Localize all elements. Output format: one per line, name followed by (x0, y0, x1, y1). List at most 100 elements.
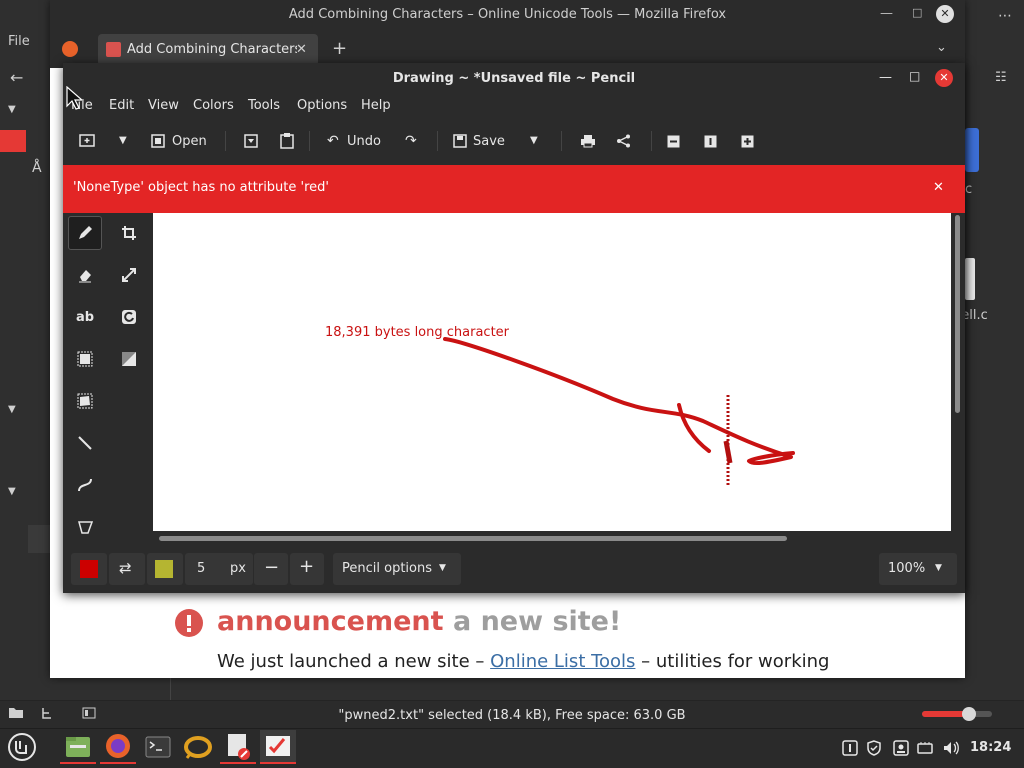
shape-tool[interactable] (68, 510, 102, 544)
vertical-scroll-thumb[interactable] (955, 215, 960, 413)
network-icon[interactable] (917, 740, 933, 756)
chevron-down-icon[interactable]: ▼ (8, 104, 16, 115)
drawing-canvas[interactable]: 18,391 bytes long character (153, 213, 951, 531)
plus-icon: + (299, 556, 315, 577)
menu-icon[interactable] (4, 730, 40, 764)
fm-file-menu[interactable]: File (8, 34, 30, 49)
file-manager-icon[interactable] (60, 730, 96, 764)
menu-tools[interactable]: Tools (248, 98, 280, 113)
undo-icon[interactable]: ↶ (327, 133, 339, 149)
text-editor-icon[interactable] (220, 730, 256, 764)
minus-icon: − (264, 557, 280, 578)
close-button[interactable]: ✕ (935, 69, 953, 87)
zoom-label: 100% (888, 561, 926, 576)
new-image-icon[interactable] (79, 134, 95, 148)
main-color-swatch (80, 560, 98, 578)
maximize-button[interactable]: □ (912, 6, 922, 19)
menu-edit[interactable]: Edit (109, 98, 134, 113)
save-icon[interactable] (453, 134, 467, 148)
undo-button[interactable]: Undo (347, 134, 381, 149)
tree-icon[interactable] (40, 706, 54, 720)
minimize-button[interactable]: — (880, 6, 893, 21)
pencil-app-icon[interactable] (260, 730, 296, 764)
maximize-button[interactable]: □ (909, 69, 920, 83)
zoom-original-icon[interactable] (704, 135, 717, 148)
announcement-bold: announcement (217, 606, 444, 637)
back-arrow-icon[interactable]: ← (10, 68, 23, 87)
rect-select-tool[interactable] (68, 342, 102, 376)
fm-status-bar: "pwned2.txt" selected (18.4 kB), Free sp… (0, 700, 1024, 728)
fm-file-label: c (965, 182, 973, 197)
curve-tool[interactable] (68, 468, 102, 502)
announcement-heading: announcement a new site! (217, 606, 621, 637)
hexchat-icon[interactable] (180, 730, 216, 764)
shield-icon[interactable] (866, 740, 882, 756)
zoom-in-icon[interactable] (741, 135, 754, 148)
toggle-sidebar-icon[interactable] (82, 706, 96, 720)
volume-icon[interactable] (943, 740, 959, 756)
user-icon[interactable] (893, 740, 909, 756)
more-icon[interactable]: ⋯ (998, 8, 1012, 24)
free-select-tool[interactable] (68, 384, 102, 418)
zoom-out-icon[interactable] (667, 135, 680, 148)
minimize-button[interactable]: — (879, 70, 892, 85)
status-text: "pwned2.txt" selected (18.4 kB), Free sp… (338, 708, 686, 723)
canvas-drawing (443, 337, 795, 485)
line-tool[interactable] (68, 426, 102, 460)
folder-icon[interactable] (965, 128, 979, 172)
crop-tool[interactable] (112, 216, 146, 250)
paste-icon[interactable] (280, 133, 294, 149)
file-icon[interactable] (965, 258, 975, 300)
chevron-down-icon[interactable]: ▼ (8, 486, 16, 497)
pencil-title: Drawing ~ *Unsaved file ~ Pencil (392, 71, 636, 86)
arrow-head (677, 403, 711, 453)
error-close-icon[interactable]: ✕ (933, 180, 944, 195)
new-tab-button[interactable]: + (332, 38, 347, 59)
online-list-tools-link[interactable]: Online List Tools (490, 651, 635, 672)
grid-view-icon[interactable]: ☷ (995, 70, 1007, 85)
desktop: File ← ▼ Å ▼ ▼ c nell.c ⋯ ☷ "pwned2.txt"… (0, 0, 1024, 768)
open-icon[interactable] (151, 134, 165, 148)
places-icon[interactable] (8, 705, 24, 719)
horizontal-scroll-thumb[interactable] (159, 536, 787, 541)
update-manager-icon[interactable] (842, 740, 858, 756)
fm-left-char: Å (32, 160, 42, 176)
secondary-color-swatch (155, 560, 173, 578)
filters-tool[interactable] (112, 342, 146, 376)
menu-help[interactable]: Help (361, 98, 391, 113)
zoom-slider-handle[interactable] (962, 707, 976, 721)
menu-view[interactable]: View (148, 98, 179, 113)
rotate-tool[interactable] (112, 300, 146, 334)
fm-panel-toggle[interactable] (28, 525, 52, 553)
terminal-icon[interactable] (140, 730, 176, 764)
firefox-icon[interactable] (100, 730, 136, 764)
close-button[interactable]: ✕ (936, 5, 954, 23)
open-button[interactable]: Open (172, 134, 207, 149)
tool-options-chevron-icon: ▼ (439, 563, 446, 573)
import-icon[interactable] (244, 134, 258, 148)
menu-colors[interactable]: Colors (193, 98, 234, 113)
pencil-tool[interactable] (68, 216, 102, 250)
firefox-icon[interactable] (62, 41, 78, 57)
announcement-text: We just launched a new site – Online Lis… (217, 651, 830, 672)
chevron-down-icon[interactable]: ▼ (8, 404, 16, 415)
menu-options[interactable]: Options (297, 98, 347, 113)
tab-list-chevron-icon[interactable]: ⌄ (936, 40, 947, 55)
save-dropdown-chevron-icon[interactable]: ▼ (530, 135, 538, 146)
tab-label: Add Combining Characters (127, 42, 297, 57)
eraser-tool[interactable] (68, 258, 102, 292)
firefox-title: Add Combining Characters – Online Unicod… (288, 7, 727, 22)
share-icon[interactable] (616, 134, 632, 148)
save-button[interactable]: Save (473, 134, 505, 149)
print-icon[interactable] (580, 134, 596, 148)
new-dropdown-chevron-icon[interactable]: ▼ (119, 135, 127, 146)
mouse-pointer-icon (66, 86, 82, 110)
tab-close-icon[interactable]: ✕ (296, 42, 307, 57)
alert-icon (174, 608, 204, 638)
size-value[interactable]: 5 (197, 561, 205, 576)
clock[interactable]: 18:24 (970, 740, 1011, 755)
text-tool[interactable]: ab (68, 300, 102, 334)
pencil-window: Drawing ~ *Unsaved file ~ Pencil — □ ✕ F… (63, 63, 965, 593)
scale-tool[interactable] (112, 258, 146, 292)
redo-icon[interactable]: ↷ (405, 133, 417, 149)
